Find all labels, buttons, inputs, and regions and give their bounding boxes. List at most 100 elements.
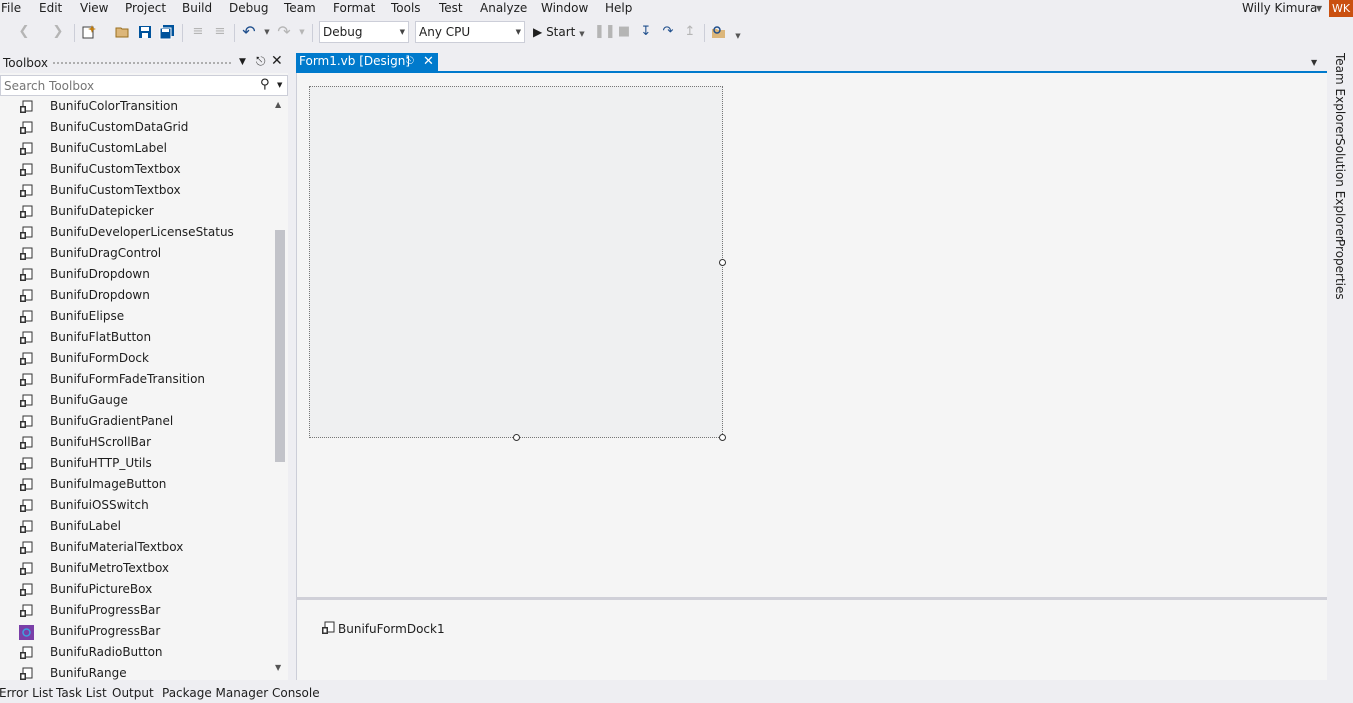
avatar[interactable]: WK (1329, 0, 1353, 17)
toolbox-item[interactable]: BunifuFormDock (0, 349, 272, 370)
toolbox-item[interactable]: BunifuLabel (0, 517, 272, 538)
toolbox-scrollbar[interactable]: ▲ ▼ (272, 100, 288, 680)
open-folder-icon[interactable] (115, 24, 131, 40)
step-over-icon[interactable]: ↷ (660, 24, 676, 40)
toolbox-item[interactable]: BunifuPictureBox (0, 580, 272, 601)
resize-handle-bottom-right[interactable] (719, 434, 726, 441)
comment-icon[interactable]: ≡ (190, 24, 206, 40)
toolbox-item[interactable]: BunifuProgressBar (0, 622, 272, 643)
menu-window[interactable]: Window (541, 0, 588, 18)
pin-icon[interactable]: ⎋ (256, 54, 266, 69)
step-into-icon[interactable]: ↧ (638, 24, 654, 40)
menu-help[interactable]: Help (605, 0, 632, 18)
find-in-files-icon[interactable] (711, 24, 727, 40)
undo-icon[interactable]: ↶ (241, 24, 257, 40)
tab-error-list[interactable]: Error List (0, 686, 53, 700)
configuration-select[interactable]: Debug ▼ (319, 21, 409, 43)
component-bunifuformdock1[interactable]: BunifuFormDock1 (321, 621, 445, 636)
navigate-back-icon[interactable]: ❮ (16, 24, 32, 40)
save-icon[interactable] (137, 24, 153, 40)
tab-team-explorer[interactable]: Team Explorer (1333, 53, 1347, 139)
toolbox-item[interactable]: BunifuProgressBar (0, 601, 272, 622)
menu-file[interactable]: File (1, 0, 21, 18)
toolbox-item[interactable]: BunifuMaterialTextbox (0, 538, 272, 559)
toolbox-item[interactable]: BunifuColorTransition (0, 97, 272, 118)
resize-handle-right[interactable] (719, 259, 726, 266)
toolbox-item[interactable]: BunifuFormFadeTransition (0, 370, 272, 391)
toolbox-item[interactable]: BunifuRange (0, 664, 272, 685)
component-icon (19, 625, 34, 640)
menu-project[interactable]: Project (125, 0, 166, 18)
toolbox-item[interactable]: BunifuImageButton (0, 475, 272, 496)
platform-select[interactable]: Any CPU ▼ (415, 21, 525, 43)
toolbox-item[interactable]: BunifuCustomTextbox (0, 181, 272, 202)
resize-handle-bottom[interactable] (513, 434, 520, 441)
redo-dropdown-icon[interactable]: ▼ (294, 24, 310, 40)
step-out-icon[interactable]: ↥ (682, 24, 698, 40)
toolbox-item[interactable]: BunifuiOSSwitch (0, 496, 272, 517)
close-icon[interactable]: ✕ (271, 53, 283, 69)
toolbox-item[interactable]: BunifuGradientPanel (0, 412, 272, 433)
toolbox-item[interactable]: BunifuRadioButton (0, 643, 272, 664)
menu-edit[interactable]: Edit (39, 0, 62, 18)
tab-overflow-icon[interactable]: ▼ (1311, 58, 1317, 67)
menu-format[interactable]: Format (333, 0, 375, 18)
menu-analyze[interactable]: Analyze (480, 0, 527, 18)
toolbox-item[interactable]: BunifuGauge (0, 391, 272, 412)
toolbox-item[interactable]: BunifuDropdown (0, 286, 272, 307)
toolbox-item[interactable]: BunifuHTTP_Utils (0, 454, 272, 475)
toolbox-search-input[interactable] (1, 76, 241, 95)
pin-icon[interactable]: ⎋ (406, 53, 414, 70)
component-icon (19, 646, 34, 661)
stop-icon[interactable]: ■ (616, 24, 632, 40)
toolbox-item[interactable]: BunifuFlatButton (0, 328, 272, 349)
redo-icon[interactable]: ↷ (276, 24, 292, 40)
toolbox-item-label: BunifuRange (50, 666, 127, 680)
toolbox-item-label: BunifuDropdown (50, 288, 150, 302)
toolbox-item[interactable]: BunifuDeveloperLicenseStatus (0, 223, 272, 244)
tab-task-list[interactable]: Task List (56, 686, 107, 700)
start-button[interactable]: ▶ Start ▼ (533, 23, 585, 43)
dropdown-icon[interactable]: ▼ (239, 57, 246, 67)
menu-tools[interactable]: Tools (391, 0, 421, 18)
component-icon (19, 541, 34, 556)
close-icon[interactable]: ✕ (423, 53, 434, 70)
toolbox-item[interactable]: BunifuCustomDataGrid (0, 118, 272, 139)
toolbox-item[interactable]: BunifuCustomTextbox (0, 160, 272, 181)
uncomment-icon[interactable]: ≡ (212, 24, 228, 40)
toolbox-item[interactable]: BunifuDropdown (0, 265, 272, 286)
form1-surface[interactable] (309, 86, 726, 441)
toolbox-item[interactable]: BunifuDragControl (0, 244, 272, 265)
toolbox-search-box[interactable]: ⚲ ▼ (0, 75, 288, 96)
menu-test[interactable]: Test (439, 0, 463, 18)
search-options-icon[interactable]: ▼ (277, 81, 282, 89)
tab-solution-explorer[interactable]: Solution Explorer (1333, 138, 1347, 241)
menu-debug[interactable]: Debug (229, 0, 268, 18)
tab-package-manager-console[interactable]: Package Manager Console (162, 686, 320, 700)
search-icon[interactable]: ⚲ (260, 77, 270, 92)
chevron-down-icon[interactable]: ▼ (1316, 4, 1322, 13)
toolbar-overflow-icon[interactable]: ▼ (730, 28, 746, 44)
scroll-up-icon[interactable]: ▲ (275, 100, 281, 109)
toolbox-item[interactable]: BunifuElipse (0, 307, 272, 328)
scroll-down-icon[interactable]: ▼ (275, 663, 281, 672)
toolbox-item[interactable]: BunifuCustomLabel (0, 139, 272, 160)
save-all-icon[interactable] (159, 24, 175, 40)
component-icon (19, 163, 34, 178)
pause-icon[interactable]: ❚❚ (594, 24, 616, 40)
tab-properties[interactable]: Properties (1333, 239, 1347, 300)
menu-team[interactable]: Team (284, 0, 316, 18)
toolbox-item[interactable]: BunifuHScrollBar (0, 433, 272, 454)
user-name[interactable]: Willy Kimura (1242, 0, 1317, 16)
navigate-forward-icon[interactable]: ❯ (50, 24, 66, 40)
scrollbar-thumb[interactable] (275, 230, 285, 462)
tab-form1-design[interactable]: Form1.vb [Design] ⎋ ✕ (296, 53, 438, 71)
undo-dropdown-icon[interactable]: ▼ (259, 24, 275, 40)
new-project-icon[interactable] (81, 24, 97, 40)
tab-output[interactable]: Output (112, 686, 154, 700)
toolbox-drag-grip[interactable] (52, 61, 232, 66)
menu-build[interactable]: Build (182, 0, 212, 18)
menu-view[interactable]: View (80, 0, 108, 18)
toolbox-item[interactable]: BunifuDatepicker (0, 202, 272, 223)
toolbox-item[interactable]: BunifuMetroTextbox (0, 559, 272, 580)
